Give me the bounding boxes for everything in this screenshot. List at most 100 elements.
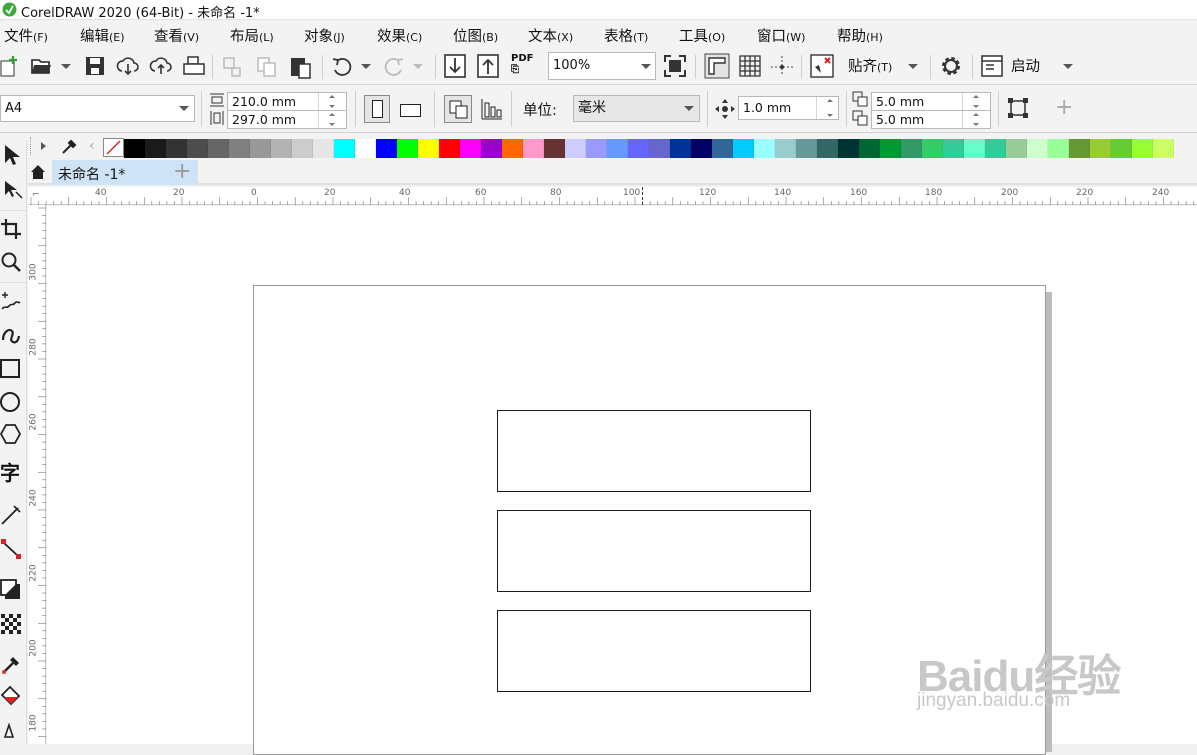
color-swatch[interactable] — [922, 139, 943, 158]
color-swatch[interactable] — [964, 139, 985, 158]
current-page-icon[interactable] — [480, 97, 504, 121]
duplicate-y-field[interactable]: 5.0 mm — [871, 110, 991, 129]
freehand-tool-icon[interactable] — [0, 290, 22, 312]
duplicate-x-field[interactable]: 5.0 mm — [871, 92, 991, 111]
smart-fill-tool-icon[interactable] — [0, 723, 22, 745]
copy-icon[interactable] — [256, 56, 278, 78]
home-icon[interactable] — [30, 164, 46, 180]
color-swatch[interactable] — [586, 139, 607, 158]
color-swatch[interactable] — [229, 139, 250, 158]
interactive-fill-tool-icon[interactable] — [0, 685, 22, 707]
menu-text[interactable]: 文本(X) — [528, 25, 573, 46]
color-swatch[interactable] — [670, 139, 691, 158]
color-swatch[interactable] — [1006, 139, 1027, 158]
cut-icon[interactable] — [222, 56, 244, 78]
print-icon[interactable] — [183, 56, 205, 76]
add-preset-plus-icon[interactable]: + — [1055, 95, 1073, 120]
color-swatch[interactable] — [691, 139, 712, 158]
launch-window-icon[interactable] — [981, 55, 1003, 77]
page-width-spinner[interactable] — [318, 93, 346, 110]
color-swatch[interactable] — [460, 139, 481, 158]
color-swatch[interactable] — [124, 139, 145, 158]
publish-pdf-button[interactable]: PDF ⎘ — [511, 53, 533, 75]
page-size-select[interactable]: A4 — [0, 95, 195, 122]
menu-edit[interactable]: 编辑(E) — [80, 25, 125, 46]
snap-to-menu[interactable]: 贴齐(T) — [848, 55, 892, 76]
menu-bitmaps[interactable]: 位图(B) — [453, 25, 498, 46]
menu-file[interactable]: 文件(F) — [4, 25, 48, 46]
zoom-level-combo[interactable]: 100% — [548, 52, 656, 80]
horizontal-ruler[interactable]: ⌐ 40 20 0 20 40 60 80 100 120 140 160 18… — [28, 187, 1197, 205]
units-select[interactable]: 毫米 — [573, 95, 700, 122]
nudge-spinner[interactable] — [816, 97, 838, 119]
menu-effects[interactable]: 效果(C) — [377, 25, 422, 46]
zoom-tool-icon[interactable] — [0, 251, 22, 273]
open-dropdown-icon[interactable] — [61, 64, 71, 69]
transparency-tool-icon[interactable] — [0, 613, 22, 635]
color-swatch[interactable] — [523, 139, 544, 158]
color-swatch[interactable] — [754, 139, 775, 158]
color-swatch[interactable] — [985, 139, 1006, 158]
color-swatch[interactable] — [271, 139, 292, 158]
page-height-spinner[interactable] — [318, 111, 346, 128]
cloud-upload-icon[interactable] — [149, 56, 173, 76]
rectangle-object-2[interactable] — [497, 510, 811, 592]
open-folder-icon[interactable] — [31, 57, 53, 75]
color-swatch[interactable] — [880, 139, 901, 158]
vertical-ruler[interactable]: 300 280 260 240 220 200 180 — [28, 205, 46, 744]
color-swatch[interactable] — [1048, 139, 1069, 158]
no-color-swatch[interactable] — [103, 138, 124, 157]
palette-grip[interactable] — [30, 137, 31, 155]
color-swatch[interactable] — [775, 139, 796, 158]
connector-tool-icon[interactable] — [0, 538, 22, 560]
color-swatch[interactable] — [166, 139, 187, 158]
color-swatch[interactable] — [376, 139, 397, 158]
menu-table[interactable]: 表格(T) — [604, 25, 648, 46]
color-swatch[interactable] — [334, 139, 355, 158]
redo-icon[interactable] — [383, 55, 405, 77]
landscape-orientation-button[interactable] — [400, 104, 421, 117]
all-pages-button[interactable] — [444, 95, 472, 123]
color-swatch[interactable] — [649, 139, 670, 158]
duplicate-y-spinner[interactable] — [962, 111, 990, 128]
color-swatch[interactable] — [838, 139, 859, 158]
duplicate-x-spinner[interactable] — [962, 93, 990, 110]
color-swatch[interactable] — [439, 139, 460, 158]
color-swatch[interactable] — [712, 139, 733, 158]
polygon-tool-icon[interactable] — [0, 423, 22, 445]
color-swatch[interactable] — [250, 139, 271, 158]
shape-tool-icon[interactable] — [2, 178, 24, 200]
show-rulers-icon[interactable] — [704, 53, 730, 79]
show-grid-icon[interactable] — [739, 55, 761, 77]
menu-window[interactable]: 窗口(W) — [757, 25, 805, 46]
color-swatch[interactable] — [397, 139, 418, 158]
snap-off-icon[interactable] — [810, 54, 834, 78]
redo-dropdown-icon[interactable] — [413, 64, 423, 69]
parallel-dimension-tool-icon[interactable] — [0, 504, 22, 526]
options-gear-icon[interactable] — [939, 54, 963, 78]
import-icon[interactable] — [444, 54, 466, 78]
color-swatch[interactable] — [817, 139, 838, 158]
color-swatch[interactable] — [313, 139, 334, 158]
menu-help[interactable]: 帮助(H) — [837, 25, 883, 46]
color-swatch[interactable] — [565, 139, 586, 158]
new-document-icon[interactable] — [0, 55, 20, 77]
nudge-distance-field[interactable]: 1.0 mm — [738, 96, 839, 120]
rectangle-object-3[interactable] — [497, 610, 811, 692]
color-swatch[interactable] — [355, 139, 376, 158]
color-swatch[interactable] — [628, 139, 649, 158]
color-swatch[interactable] — [1027, 139, 1048, 158]
color-swatch[interactable] — [1111, 139, 1132, 158]
snap-dropdown-icon[interactable] — [908, 64, 918, 69]
eyedropper-tool-icon[interactable] — [0, 654, 22, 676]
color-swatch[interactable] — [481, 139, 502, 158]
ellipse-tool-icon[interactable] — [0, 391, 22, 413]
color-swatch[interactable] — [1153, 139, 1174, 158]
zoom-dropdown-icon[interactable] — [641, 64, 651, 69]
color-swatch[interactable] — [1090, 139, 1111, 158]
crop-tool-icon[interactable] — [0, 218, 22, 240]
rectangle-tool-icon[interactable] — [0, 358, 22, 380]
color-swatch[interactable] — [859, 139, 880, 158]
color-swatch[interactable] — [418, 139, 439, 158]
color-swatch[interactable] — [733, 139, 754, 158]
